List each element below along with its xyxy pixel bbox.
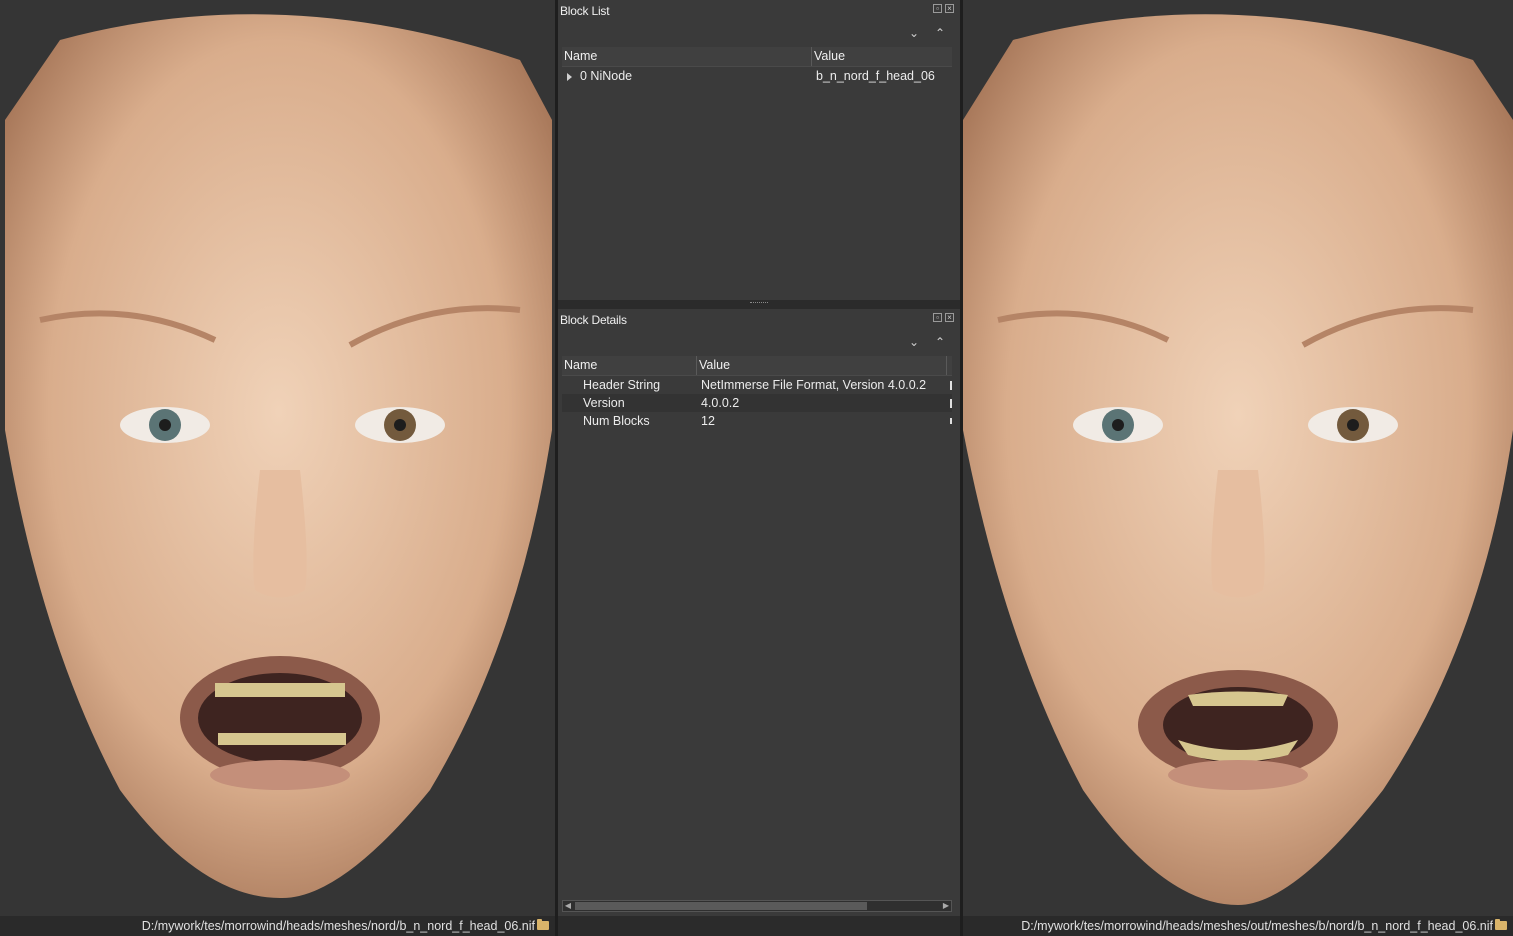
close-icon[interactable]: × [945,313,954,322]
scroll-left-icon[interactable]: ◀ [563,901,573,911]
block-details-panel: Block Details ▫ × ⌄ ⌃ Name Value Header … [558,309,960,916]
column-header-name[interactable]: Name [562,47,812,66]
table-row[interactable]: Num Blocks 12 [562,412,952,430]
field-value[interactable]: NetImmerse File Format, Version 4.0.0.2 [697,376,947,394]
block-list-tree[interactable]: Name Value 0 NiNode b_n_nord_f_head_06 [562,47,952,296]
expand-arrow-icon[interactable] [567,72,572,81]
row-edge-marker [950,399,952,408]
render-viewport-right[interactable] [963,0,1513,916]
block-details-header: Name Value [562,356,952,376]
row-edge-marker [950,381,952,390]
render-viewport-left[interactable] [0,0,555,916]
column-header-name[interactable]: Name [562,356,697,375]
field-value[interactable]: 4.0.0.2 [697,394,947,412]
block-details-tree[interactable]: Name Value Header String NetImmerse File… [562,356,952,912]
block-list-panel: Block List ▫ × ⌄ ⌃ Name Value 0 NiNode b… [558,0,960,300]
table-row[interactable]: Header String NetImmerse File Format, Ve… [562,376,952,394]
horizontal-scrollbar[interactable]: ◀ ▶ [562,900,952,912]
field-name: Num Blocks [583,414,650,428]
scroll-right-icon[interactable]: ▶ [941,901,951,911]
folder-icon[interactable] [1495,919,1507,930]
file-path-label: D:/mywork/tes/morrowind/heads/meshes/out… [1021,919,1493,933]
field-value[interactable]: 12 [697,412,947,430]
chevron-down-icon[interactable]: ⌄ [908,335,920,349]
column-header-value[interactable]: Value [697,356,947,375]
chevron-down-icon[interactable]: ⌄ [908,26,920,40]
close-icon[interactable]: × [945,4,954,13]
chevron-up-icon[interactable]: ⌃ [934,335,946,349]
float-icon[interactable]: ▫ [933,313,942,322]
block-value: b_n_nord_f_head_06 [816,69,935,83]
column-header-value[interactable]: Value [812,47,952,66]
block-list-title: Block List [560,4,610,18]
float-icon[interactable]: ▫ [933,4,942,13]
tree-row[interactable]: 0 NiNode b_n_nord_f_head_06 [562,67,952,85]
dock-resize-grip[interactable] [750,302,768,305]
status-bar-left: D:/mywork/tes/morrowind/heads/meshes/nor… [0,916,555,936]
block-details-title: Block Details [560,313,627,327]
field-name: Version [583,396,625,410]
head-model-render-left [5,14,552,899]
file-path-label: D:/mywork/tes/morrowind/heads/meshes/nor… [141,919,535,933]
head-model-render-right [963,14,1513,906]
status-bar-right: D:/mywork/tes/morrowind/heads/meshes/out… [963,916,1513,936]
field-name: Header String [583,378,661,392]
folder-icon[interactable] [537,919,549,930]
chevron-up-icon[interactable]: ⌃ [934,26,946,40]
block-name: 0 NiNode [580,69,633,83]
block-list-header: Name Value [562,47,952,67]
table-row[interactable]: Version 4.0.0.2 [562,394,952,412]
scrollbar-thumb[interactable] [575,902,867,910]
row-edge-marker [950,418,952,424]
